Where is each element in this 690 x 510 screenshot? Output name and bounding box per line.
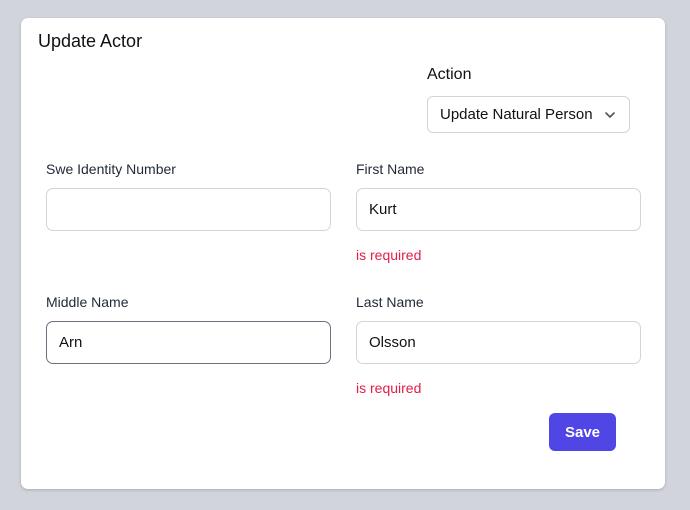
last-name-label: Last Name bbox=[356, 294, 424, 310]
chevron-down-icon bbox=[603, 108, 617, 122]
swe-identity-number-input[interactable] bbox=[46, 188, 331, 231]
middle-name-label: Middle Name bbox=[46, 294, 129, 310]
swe-identity-number-label: Swe Identity Number bbox=[46, 161, 176, 177]
last-name-error: is required bbox=[356, 380, 422, 396]
first-name-error: is required bbox=[356, 247, 422, 263]
middle-name-input[interactable] bbox=[46, 321, 331, 364]
first-name-input[interactable] bbox=[356, 188, 641, 231]
save-button[interactable]: Save bbox=[549, 413, 616, 451]
action-select[interactable]: Update Natural Person bbox=[427, 96, 630, 133]
first-name-label: First Name bbox=[356, 161, 425, 177]
action-select-value: Update Natural Person bbox=[440, 106, 593, 123]
action-label: Action bbox=[427, 66, 472, 83]
update-actor-card: Update Actor Action Update Natural Perso… bbox=[21, 18, 665, 489]
form-title: Update Actor bbox=[38, 31, 143, 51]
last-name-input[interactable] bbox=[356, 321, 641, 364]
